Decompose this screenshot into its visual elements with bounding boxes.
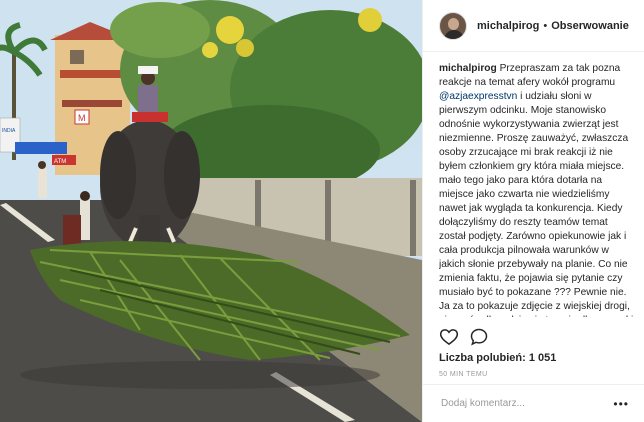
follow-button[interactable]: Obserwowanie xyxy=(551,20,629,32)
profile-avatar[interactable] xyxy=(439,11,467,40)
atm-sign-text: ATM xyxy=(54,159,66,165)
heart-icon[interactable] xyxy=(439,327,459,347)
shop-letter-sign: M xyxy=(78,113,86,123)
instagram-post-view: INDIA ATM M michalpirog • Obserwowanie m… xyxy=(0,0,644,422)
likes-count[interactable]: Liczba polubień: 1 051 xyxy=(439,352,556,364)
header-separator: • xyxy=(543,19,548,32)
post-header: michalpirog • Obserwowanie xyxy=(423,0,644,52)
caption-text-body: i udziału słoni w pierwszym odcinku. Moj… xyxy=(439,91,633,317)
post-caption: michalpirog Przepraszam za tak pozna rea… xyxy=(439,62,637,317)
post-username[interactable]: michalpirog xyxy=(477,20,539,32)
post-timestamp: 50 MIN TEMU xyxy=(439,371,488,378)
caption-mention-link[interactable]: @azjaexpresstvn xyxy=(439,91,517,102)
comment-input[interactable] xyxy=(439,397,613,410)
comment-bubble-icon[interactable] xyxy=(469,327,489,347)
comment-box: ••• xyxy=(423,384,644,422)
caption-username[interactable]: michalpirog xyxy=(439,63,497,74)
post-actions xyxy=(439,326,489,348)
shop-sign-text: INDIA xyxy=(2,128,16,134)
more-options-icon[interactable]: ••• xyxy=(613,397,629,411)
post-photo[interactable]: INDIA ATM M xyxy=(0,0,422,422)
post-side-panel: michalpirog • Obserwowanie michalpirog P… xyxy=(422,0,644,422)
elephant-photo-illustration: INDIA ATM M xyxy=(0,0,422,422)
